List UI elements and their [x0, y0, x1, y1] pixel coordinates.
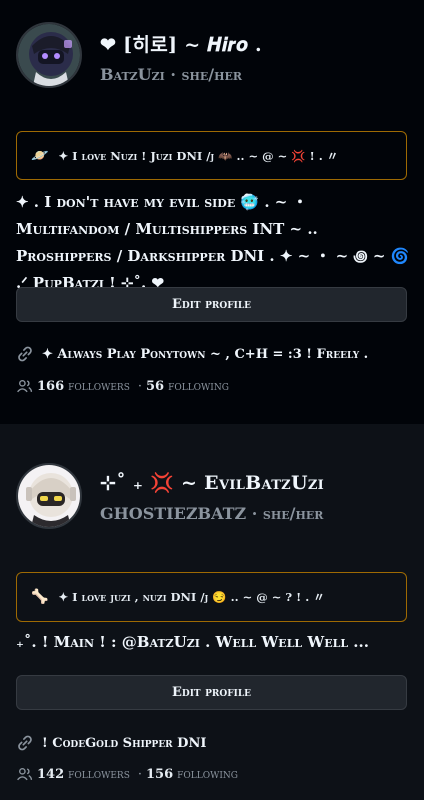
avatar[interactable] [16, 22, 82, 88]
following-count[interactable]: 56 [146, 379, 164, 394]
separator-dot: · [137, 767, 142, 782]
people-icon [17, 767, 33, 781]
link-icon [18, 346, 32, 362]
status-text: ✦ I love Nuzi ! Juzi DNI /j 🦇 .. ~ @ ~ 💢… [58, 148, 339, 163]
separator-dot: · [251, 504, 263, 523]
profile-link[interactable]: ! CodeGold Shipper DNI [16, 734, 206, 752]
followers-label[interactable]: followers [68, 767, 130, 782]
following-count[interactable]: 156 [146, 767, 173, 782]
profile-bio: ✦ . I don't have my evil side 🥶 . ~ ・ Mu… [16, 193, 410, 292]
profile-link[interactable]: ✦ Always Play Ponytown ~ , C+H = :3 ! Fr… [16, 345, 368, 363]
people-icon [17, 379, 33, 393]
username: GHOSTIEZBATZ [100, 504, 247, 523]
following-label[interactable]: following [168, 379, 229, 394]
profile-bio: ₊˚. ! Main ! : @BatzUzi . Well Well Well… [16, 633, 369, 651]
followers-count[interactable]: 166 [37, 379, 64, 394]
profile-card-batzuzi: ❤︎ [히로] ~ 𝑯𝒊𝒓𝒐 . BatzUzi · she/her 🪐 ✦ I… [0, 0, 424, 424]
edit-profile-button[interactable]: Edit profile [16, 675, 407, 710]
status-box[interactable]: 🪐 ✦ I love Nuzi ! Juzi DNI /j 🦇 .. ~ @ ~… [16, 131, 407, 180]
separator-dot: · [170, 65, 182, 84]
avatar-illustration [18, 465, 80, 527]
separator-dot: · [137, 379, 142, 394]
followers-count[interactable]: 142 [37, 767, 64, 782]
avatar-illustration [18, 24, 80, 86]
username: BatzUzi [100, 65, 165, 84]
status-text: ✦ I love juzi , nuzi DNI /j 😏 .. ~ @ ~ ?… [58, 590, 325, 604]
status-box[interactable]: 🦴 ✦ I love juzi , nuzi DNI /j 😏 .. ~ @ ~… [16, 572, 407, 622]
followers-label[interactable]: followers [68, 379, 130, 394]
status-emoji: 🦴 [31, 589, 49, 605]
pronouns: she/her [262, 504, 324, 523]
link-icon [18, 735, 32, 751]
profile-username-line: GHOSTIEZBATZ · she/her [100, 504, 323, 523]
following-label[interactable]: following [177, 767, 238, 782]
link-text: ! CodeGold Shipper DNI [42, 735, 207, 751]
profile-username-line: BatzUzi · she/her [100, 65, 242, 84]
profile-card-evilbatzuzi: ⊹˚ ₊ 💢 ~ EvilBatzUzi GHOSTIEZBATZ · she/… [0, 424, 424, 800]
link-text: ✦ Always Play Ponytown ~ , C+H = :3 ! Fr… [42, 346, 369, 362]
pronouns: she/her [181, 65, 243, 84]
status-emoji: 🪐 [31, 147, 49, 164]
avatar[interactable] [16, 463, 82, 529]
follow-stats: 142 followers · 156 following [16, 766, 242, 783]
edit-profile-button[interactable]: Edit profile [16, 287, 407, 322]
follow-stats: 166 followers · 56 following [16, 378, 233, 395]
profile-display-name: ❤︎ [히로] ~ 𝑯𝒊𝒓𝒐 . [100, 34, 262, 56]
profile-display-name: ⊹˚ ₊ 💢 ~ EvilBatzUzi [100, 472, 325, 494]
